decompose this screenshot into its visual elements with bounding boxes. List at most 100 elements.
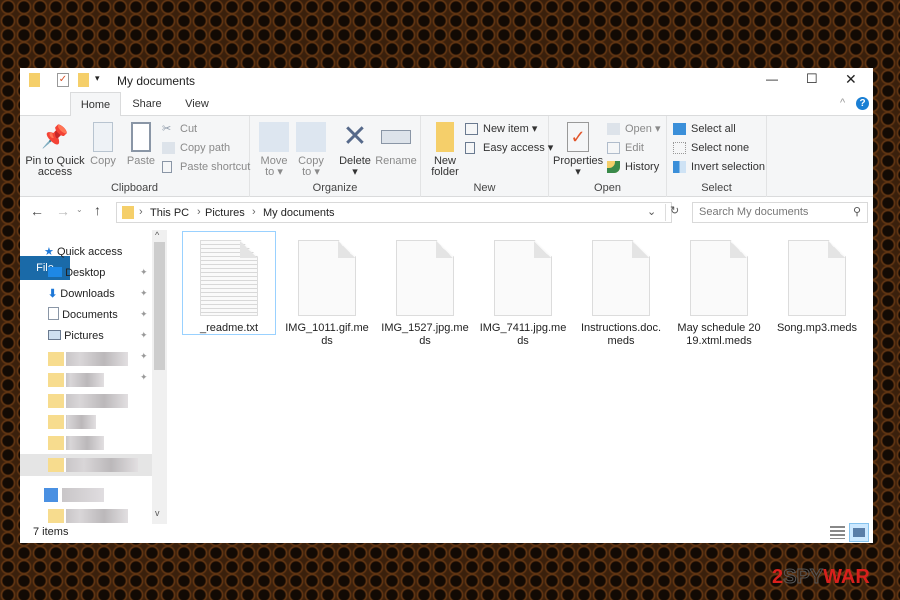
blurred-nav-item	[44, 488, 104, 502]
file-item[interactable]: IMG_1011.gif.meds	[281, 232, 373, 348]
details-view-button[interactable]	[830, 526, 845, 539]
blurred-nav-item	[48, 436, 104, 450]
properties-button[interactable]: ✓ Properties ▾	[553, 122, 603, 178]
paste-button[interactable]: Paste	[124, 122, 158, 167]
select-group: Select all Select none Invert selection …	[667, 116, 767, 197]
delete-button[interactable]: ✕ Delete ▾	[338, 122, 372, 178]
nav-downloads[interactable]: ⬇ Downloads	[48, 284, 115, 304]
new-folder-icon	[436, 122, 454, 152]
nav-desktop[interactable]: Desktop	[48, 263, 105, 283]
new-folder-button[interactable]: New folder	[425, 122, 465, 178]
invert-selection-icon	[673, 161, 686, 173]
blank-file-icon	[788, 240, 846, 316]
ribbon: 📌 Pin to Quick access Copy Paste ✂ Cut Cop…	[20, 116, 873, 197]
up-button[interactable]: ↑	[94, 202, 101, 218]
address-bar[interactable]: › This PC › Pictures › My documents ⌄ ↻	[116, 202, 679, 223]
nav-scrollbar[interactable]: ^ v	[152, 230, 167, 524]
properties-quick-icon[interactable]: ✓	[57, 73, 69, 87]
scroll-down-icon[interactable]: v	[155, 508, 160, 518]
file-item[interactable]: IMG_1527.jpg.meds	[379, 232, 471, 348]
move-to-icon	[259, 122, 289, 152]
refresh-icon[interactable]: ↻	[665, 204, 679, 221]
edit-button[interactable]: Edit	[607, 139, 644, 157]
organize-group: Move to ▾ Copy to ▾ ✕ Delete ▾ Rename Orga…	[250, 116, 421, 197]
address-dropdown-icon[interactable]: ⌄	[647, 205, 656, 218]
pin-icon: ✦	[140, 288, 148, 298]
star-icon: ★	[44, 246, 54, 258]
customize-toolbar-icon[interactable]: ▾	[95, 73, 100, 84]
easy-access-icon	[465, 142, 475, 154]
clipboard-icon	[131, 122, 151, 152]
select-none-button[interactable]: Select none	[673, 139, 749, 157]
file-name: May schedule 2019.xtml.meds	[677, 322, 761, 347]
nav-documents[interactable]: Documents	[48, 305, 118, 325]
new-item-button[interactable]: New item ▾	[465, 120, 537, 138]
file-item[interactable]: Song.mp3.meds	[771, 232, 863, 335]
tab-share[interactable]: Share	[124, 92, 170, 116]
title-bar: ✓ ▾ My documents — ☐ ✕	[20, 68, 873, 92]
file-item[interactable]: Instructions.doc.meds	[575, 232, 667, 348]
search-icon: ⚲	[852, 206, 861, 218]
file-item[interactable]: IMG_7411.jpg.meds	[477, 232, 569, 348]
forward-button[interactable]: →	[56, 203, 70, 219]
back-button[interactable]: ←	[30, 203, 44, 219]
download-arrow-icon: ⬇	[48, 288, 58, 300]
breadcrumb-my-documents[interactable]: My documents	[263, 207, 335, 219]
open-icon	[607, 123, 620, 135]
search-input[interactable]: Search My documents ⚲	[692, 202, 868, 223]
help-icon[interactable]: ?	[856, 97, 869, 110]
new-folder-quick-icon[interactable]	[78, 73, 89, 87]
blank-file-icon	[592, 240, 650, 316]
watermark-logo: 2SPYWAR	[772, 566, 870, 589]
tab-home[interactable]: Home	[70, 92, 121, 117]
recent-locations-button[interactable]: ⌄	[76, 205, 83, 214]
select-all-button[interactable]: Select all	[673, 120, 736, 138]
nav-quick-access[interactable]: ★ Quick access	[44, 242, 122, 262]
file-item[interactable]: May schedule 2019.xtml.meds	[673, 232, 765, 348]
minimize-button[interactable]: —	[766, 72, 778, 86]
paste-shortcut-button[interactable]: Paste shortcut	[162, 158, 250, 176]
new-item-icon	[465, 123, 478, 135]
new-group: New folder New item ▾ Easy access ▾ New	[421, 116, 553, 197]
nav-pictures[interactable]: Pictures	[48, 326, 104, 346]
collapse-ribbon-icon[interactable]: ^	[840, 97, 845, 109]
copy-to-button[interactable]: Copy to ▾	[295, 122, 327, 178]
organize-group-label: Organize	[312, 182, 358, 194]
move-to-button[interactable]: Move to ▾	[258, 122, 290, 178]
select-group-label: Select	[701, 182, 732, 194]
maximize-button[interactable]: ☐	[806, 71, 818, 87]
copy-path-icon	[162, 142, 175, 154]
copy-path-button[interactable]: Copy path	[162, 139, 230, 157]
delete-x-icon: ✕	[342, 120, 368, 153]
file-name: IMG_7411.jpg.meds	[479, 322, 567, 347]
blurred-nav-item	[48, 373, 104, 387]
folder-icon	[122, 206, 134, 219]
pin-quick-access-button[interactable]: 📌 Pin to Quick access	[24, 122, 86, 178]
copy-button[interactable]: Copy	[88, 122, 118, 167]
navigation-pane: ★ Quick access Desktop ⬇ Downloads Docum…	[20, 230, 168, 524]
rename-button[interactable]: Rename	[374, 122, 418, 167]
easy-access-button[interactable]: Easy access ▾	[465, 139, 553, 157]
new-group-label: New	[473, 182, 496, 194]
history-button[interactable]: History	[607, 158, 659, 176]
invert-selection-button[interactable]: Invert selection	[673, 158, 765, 176]
ribbon-tabs: File Home Share View ^ ?	[20, 92, 873, 280]
file-explorer-window: ✓ ▾ My documents — ☐ ✕ File Home Share V…	[20, 68, 873, 543]
close-button[interactable]: ✕	[845, 71, 857, 88]
file-item[interactable]: _readme.txt	[182, 231, 276, 335]
scrollbar-thumb[interactable]	[154, 242, 165, 370]
tab-view[interactable]: View	[174, 92, 220, 116]
pin-icon: ✦	[140, 267, 148, 277]
pin-icon: ✦	[140, 372, 148, 382]
select-none-icon	[673, 142, 686, 154]
file-name: Song.mp3.meds	[776, 322, 858, 334]
blurred-nav-item	[48, 352, 128, 366]
chevron-right-icon: ›	[252, 206, 256, 218]
open-button[interactable]: Open ▾	[607, 120, 661, 138]
large-icons-view-button[interactable]	[849, 523, 869, 542]
scroll-up-icon[interactable]: ^	[155, 230, 159, 240]
documents-icon	[48, 307, 59, 320]
breadcrumb-pictures[interactable]: Pictures	[205, 207, 245, 219]
cut-button[interactable]: ✂ Cut	[162, 120, 197, 138]
breadcrumb-this-pc[interactable]: This PC	[150, 207, 189, 219]
